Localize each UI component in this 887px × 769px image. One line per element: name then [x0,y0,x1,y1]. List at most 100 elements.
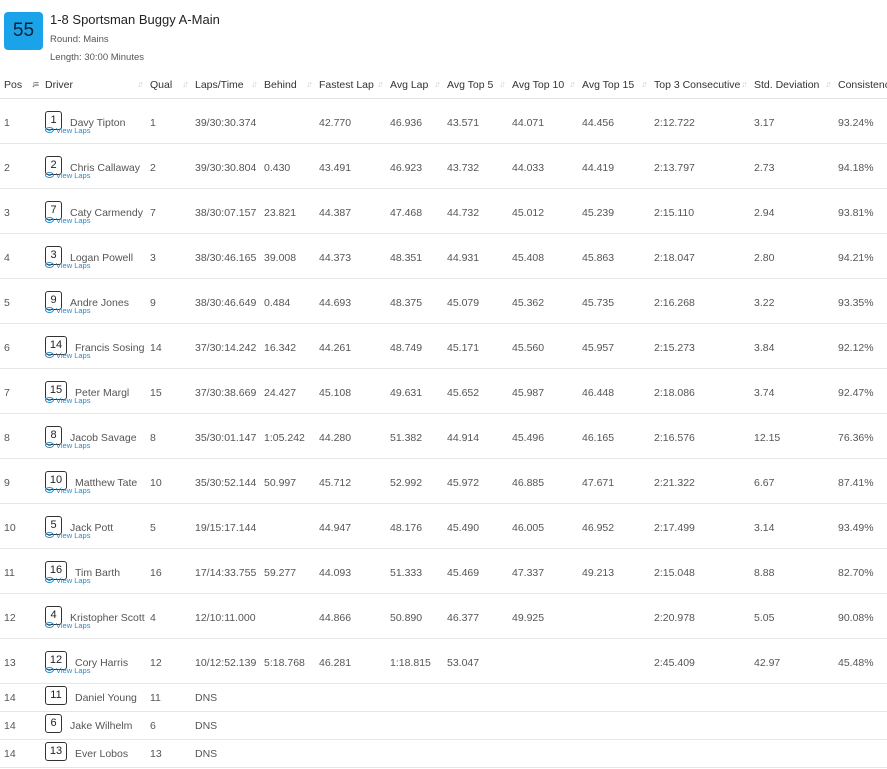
qual-cell: 11 [146,683,191,712]
consistency-cell: 93.35% [834,278,887,324]
view-laps-link[interactable]: View Laps [45,396,90,405]
avg-lap-cell: 48.351 [386,233,443,279]
pos-cell: 11 [0,548,41,594]
qual-cell: 3 [146,233,191,279]
sort-icon[interactable]: ↓↑ [641,79,648,89]
view-laps-link[interactable]: View Laps [45,486,90,495]
column-header-avg-top-5[interactable]: Avg Top 5 ↓↑ [443,72,508,99]
view-laps-link[interactable]: View Laps [45,216,90,225]
qual-cell: 9 [146,278,191,324]
sort-icon[interactable]: ↓↑ [569,79,576,89]
table-header-row: Pos ↓≡ Driver ↓↑ Qual ↓↑ Laps/Time ↓↑ Behind ↓↑ Fa… [0,72,887,99]
eye-icon [45,127,54,133]
avg-top-10-cell: 45.496 [508,413,578,459]
qual-cell: 13 [146,739,191,768]
column-header-label: Avg Top 10 [512,78,565,91]
avg-top-5-cell: 45.171 [443,323,508,369]
std-deviation-cell: 42.97 [750,638,834,684]
column-header-fastest-lap[interactable]: Fastest Lap ↓↑ [315,72,386,99]
top-3-consecutive-cell: 2:21.322 [650,458,750,504]
column-header-label: Fastest Lap [319,78,374,91]
view-laps-link[interactable]: View Laps [45,621,90,630]
column-header-driver[interactable]: Driver ↓↑ [41,72,146,99]
top-3-consecutive-cell: 2:15.273 [650,323,750,369]
column-header-avg-top-15[interactable]: Avg Top 15 ↓↑ [578,72,650,99]
race-header: 55 1-8 Sportsman Buggy A-Main Round: Mai… [4,8,884,68]
pos-cell: 13 [0,638,41,684]
consistency-cell: 94.18% [834,143,887,189]
column-header-label: Pos [4,78,23,91]
column-header-label: Consistency [838,78,887,91]
view-laps-link[interactable]: View Laps [45,531,90,540]
std-deviation-cell: 3.84 [750,323,834,369]
sort-icon[interactable]: ↓↑ [377,79,384,89]
sort-icon[interactable]: ↓↑ [825,79,832,89]
sort-icon[interactable]: ↓↑ [251,79,258,89]
sort-icon[interactable]: ↓↑ [499,79,506,89]
column-header-label: Std. Deviation [754,78,820,91]
behind-cell [260,683,315,712]
table-row: 1 1 Davy Tipton View Laps 1 39/30:30.374 42.77… [0,98,887,144]
eye-icon [45,217,54,223]
avg-top-10-cell: 49.925 [508,593,578,639]
sort-icon[interactable]: ↓↑ [434,79,441,89]
eye-icon [45,667,54,673]
column-header-avg-top-10[interactable]: Avg Top 10 ↓↑ [508,72,578,99]
column-header-label: Laps/Time [195,78,244,91]
driver-cell: 11 Daniel Young [41,683,146,712]
column-header-std-deviation[interactable]: Std. Deviation ↓↑ [750,72,834,99]
view-laps-link[interactable]: View Laps [45,261,90,270]
sort-icon[interactable]: ↓↑ [182,79,189,89]
column-header-pos[interactable]: Pos ↓≡ [0,72,41,99]
laps-time-cell: DNS [191,683,260,712]
column-header-qual[interactable]: Qual ↓↑ [146,72,191,99]
qual-cell: 12 [146,638,191,684]
driver-cell: 13 Ever Lobos [41,739,146,768]
avg-top-15-cell [578,711,650,740]
column-header-laps-time[interactable]: Laps/Time ↓↑ [191,72,260,99]
consistency-cell: 93.49% [834,503,887,549]
top-3-consecutive-cell: 2:20.978 [650,593,750,639]
view-laps-link[interactable]: View Laps [45,441,90,450]
table-row: 14 13 Ever Lobos 13 DNS [0,739,887,768]
fastest-lap-cell: 43.491 [315,143,386,189]
consistency-cell: 76.36% [834,413,887,459]
consistency-cell: 92.12% [834,323,887,369]
sort-icon[interactable]: ↓↑ [741,79,748,89]
view-laps-link[interactable]: View Laps [45,171,90,180]
view-laps-label: View Laps [56,440,91,450]
consistency-cell: 94.21% [834,233,887,279]
column-header-avg-lap[interactable]: Avg Lap ↓↑ [386,72,443,99]
avg-top-15-cell [578,739,650,768]
view-laps-label: View Laps [56,575,91,585]
view-laps-link[interactable]: View Laps [45,576,90,585]
consistency-cell: 82.70% [834,548,887,594]
view-laps-link[interactable]: View Laps [45,351,90,360]
behind-cell [260,711,315,740]
avg-top-5-cell [443,739,508,768]
sort-ascending-icon[interactable]: ↓≡ [31,79,39,89]
avg-top-10-cell [508,638,578,684]
driver-cell: 10 Matthew Tate View Laps [41,458,146,504]
column-header-consistency[interactable]: Consistency [834,72,887,99]
avg-lap-cell: 51.333 [386,548,443,594]
avg-top-5-cell: 45.972 [443,458,508,504]
view-laps-label: View Laps [56,305,91,315]
column-header-top-3-consecutive[interactable]: Top 3 Consecutive ↓↑ [650,72,750,99]
fastest-lap-cell: 46.281 [315,638,386,684]
sort-icon[interactable]: ↓↑ [137,79,144,89]
std-deviation-cell: 12.15 [750,413,834,459]
avg-top-5-cell: 44.914 [443,413,508,459]
view-laps-link[interactable]: View Laps [45,666,90,675]
column-header-behind[interactable]: Behind ↓↑ [260,72,315,99]
view-laps-link[interactable]: View Laps [45,126,90,135]
pos-cell: 14 [0,683,41,712]
driver-cell: 7 Caty Carmendy View Laps [41,188,146,234]
top-3-consecutive-cell: 2:12.722 [650,98,750,144]
std-deviation-cell [750,683,834,712]
sort-icon[interactable]: ↓↑ [306,79,313,89]
top-3-consecutive-cell: 2:18.086 [650,368,750,414]
view-laps-link[interactable]: View Laps [45,306,90,315]
behind-cell: 5:18.768 [260,638,315,684]
avg-lap-cell: 51.382 [386,413,443,459]
